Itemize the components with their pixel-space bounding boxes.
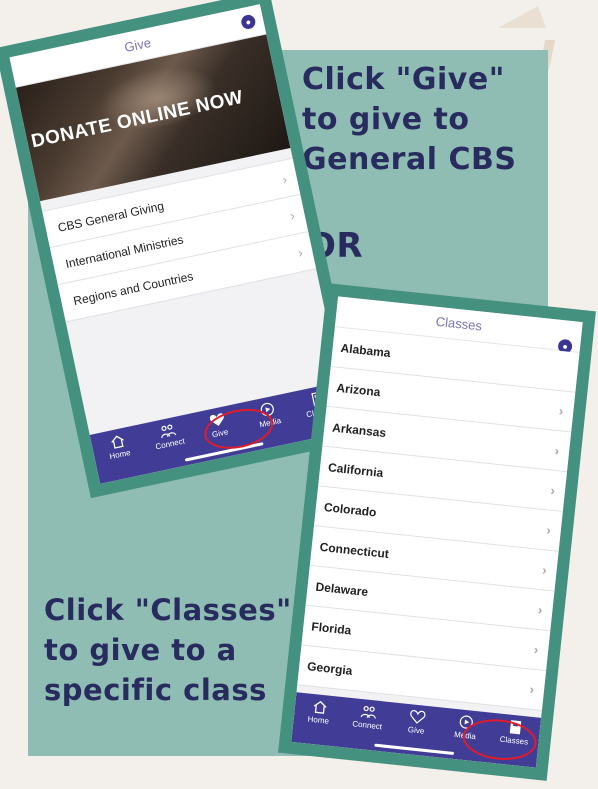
tab-label: Give: [407, 725, 425, 736]
heart-icon: [410, 709, 426, 724]
decor-shape-top: [498, 6, 546, 28]
list-item-label: Florida: [310, 619, 352, 638]
chevron-right-icon: ›: [533, 641, 540, 658]
banner-text: DONATE ONLINE NOW: [29, 86, 246, 153]
people-icon: [360, 705, 376, 719]
list-item-label: Arkansas: [331, 420, 387, 441]
chevron-right-icon: ›: [288, 207, 297, 224]
list-item-label: Delaware: [314, 579, 369, 600]
chevron-right-icon: ›: [296, 244, 304, 261]
chevron-right-icon: ›: [541, 562, 548, 578]
tab-label: Connect: [351, 719, 383, 732]
list-item-label: Alabama: [339, 340, 392, 361]
page-title: Give: [123, 34, 153, 56]
tab-home[interactable]: Home: [92, 430, 144, 464]
tab-connect[interactable]: Connect: [343, 702, 393, 732]
profile-icon[interactable]: ●: [240, 13, 257, 31]
tab-home[interactable]: Home: [294, 697, 344, 727]
tab-give[interactable]: Give: [392, 708, 442, 738]
chevron-right-icon: ›: [545, 522, 552, 538]
phone-frame: Classes ● Alabama Arizona › Arkansas › C…: [278, 283, 596, 781]
chevron-right-icon: ›: [558, 403, 565, 419]
people-icon: [161, 424, 177, 439]
list-item-label: Connecticut: [319, 539, 390, 562]
list-item-label: Colorado: [323, 500, 378, 520]
chevron-right-icon: ›: [554, 442, 560, 459]
home-icon: [110, 435, 124, 449]
classes-instruction: Click "Classes" to give to a specific cl…: [44, 593, 292, 707]
page-title: Classes: [435, 313, 483, 334]
chevron-right-icon: ›: [537, 602, 544, 618]
chevron-right-icon: ›: [549, 482, 556, 499]
phone-classes: Classes ● Alabama Arizona › Arkansas › C…: [278, 283, 596, 781]
chevron-right-icon: ›: [528, 681, 535, 697]
list-item-label: California: [327, 460, 384, 481]
chevron-right-icon: ›: [280, 171, 289, 188]
home-indicator: [374, 743, 455, 755]
tab-connect[interactable]: Connect: [142, 419, 194, 453]
tab-label: Home: [307, 714, 330, 726]
home-icon: [313, 700, 327, 714]
give-instruction: Click "Give" to give to General CBS: [302, 62, 517, 177]
tab-label: Connect: [154, 436, 186, 452]
list-item-label: Georgia: [306, 659, 354, 678]
list-item-label: Arizona: [335, 380, 382, 400]
classes-screen: Classes ● Alabama Arizona › Arkansas › C…: [291, 296, 583, 768]
tab-label: Home: [108, 447, 132, 462]
